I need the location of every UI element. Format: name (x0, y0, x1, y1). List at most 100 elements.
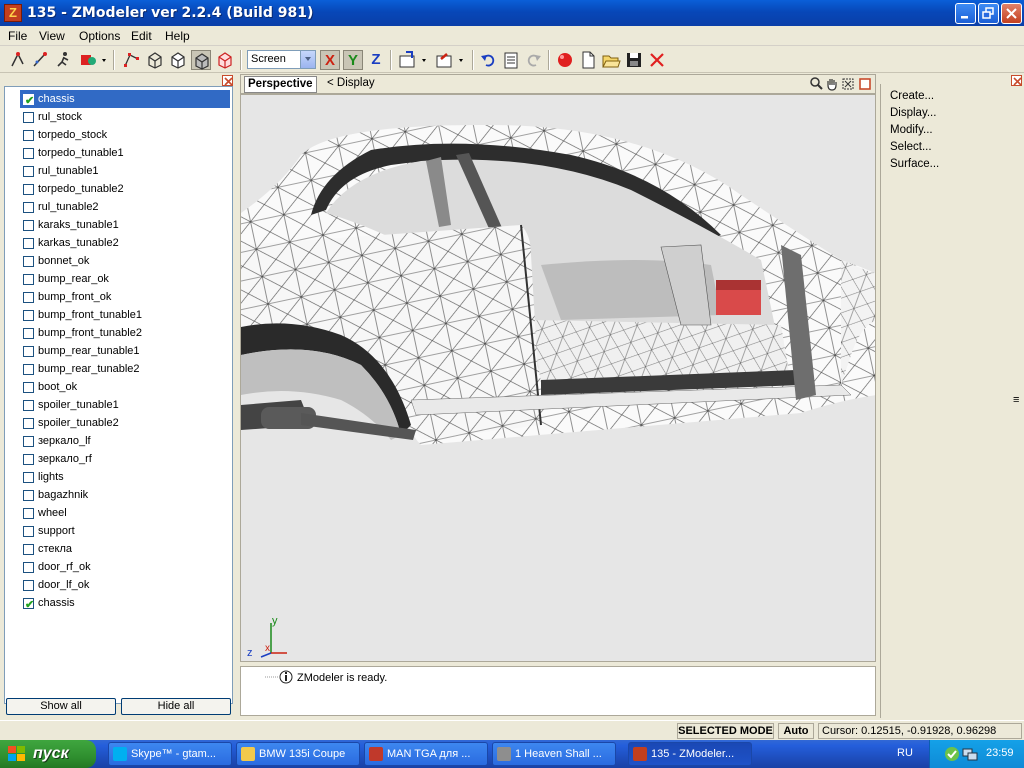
close-button[interactable] (1001, 3, 1022, 24)
undo-list-button[interactable] (501, 50, 521, 70)
left-panel-close-button[interactable] (222, 75, 233, 86)
visibility-checkbox[interactable] (23, 112, 34, 123)
zoom-button[interactable] (809, 76, 823, 92)
visibility-checkbox[interactable] (23, 436, 34, 447)
pan-button[interactable] (825, 76, 839, 92)
axis-x-toggle[interactable]: X (320, 50, 340, 70)
object-list-item[interactable]: зеркало_lf (20, 432, 230, 450)
surface-command[interactable]: Surface... (890, 158, 939, 170)
object-list-item[interactable]: torpedo_stock (20, 126, 230, 144)
network-tray-icon[interactable] (962, 746, 978, 762)
right-panel-close-button[interactable] (1011, 75, 1022, 86)
run-tool-button[interactable] (54, 50, 74, 70)
object-list-item[interactable]: door_lf_ok (20, 576, 230, 594)
3d-viewport[interactable]: y z x (240, 94, 876, 662)
language-indicator[interactable]: RU (897, 747, 913, 759)
visibility-checkbox[interactable]: ✔ (23, 94, 34, 107)
object-list-item[interactable]: bump_front_tunable2 (20, 324, 230, 342)
modify-command[interactable]: Modify... (890, 124, 933, 136)
menu-edit[interactable]: Edit (131, 29, 152, 43)
visibility-checkbox[interactable] (23, 274, 34, 285)
face-mode-button[interactable] (145, 50, 165, 70)
object-list-item[interactable]: wheel (20, 504, 230, 522)
side-splitter-handle[interactable]: ≡ (1013, 394, 1019, 406)
menu-help[interactable]: Help (165, 29, 190, 43)
visibility-checkbox[interactable] (23, 310, 34, 321)
object-list-item[interactable]: rul_tunable2 (20, 198, 230, 216)
visibility-checkbox[interactable] (23, 130, 34, 141)
visibility-checkbox[interactable] (23, 400, 34, 411)
render-button[interactable] (555, 50, 575, 70)
fit-view-button[interactable] (841, 76, 855, 92)
vertex-mode-button[interactable] (122, 50, 142, 70)
restore-button[interactable] (978, 3, 999, 24)
menu-view[interactable]: View (39, 29, 65, 43)
visibility-checkbox[interactable] (23, 202, 34, 213)
visibility-checkbox[interactable] (23, 580, 34, 591)
visibility-checkbox[interactable]: ✔ (23, 598, 34, 611)
object-list-item[interactable]: door_rf_ok (20, 558, 230, 576)
display-command[interactable]: Display... (890, 107, 936, 119)
import-dropdown[interactable] (398, 50, 432, 70)
show-all-button[interactable]: Show all (6, 698, 116, 715)
solid-mode-button[interactable] (215, 50, 235, 70)
object-list-item[interactable]: bump_rear_tunable2 (20, 360, 230, 378)
start-button[interactable]: пуск (0, 740, 96, 768)
select-vertex-tool-button[interactable] (8, 50, 28, 70)
visibility-checkbox[interactable] (23, 238, 34, 249)
taskbar-button[interactable]: 1 Heaven Shall ... (492, 742, 616, 766)
export-dropdown[interactable] (435, 50, 469, 70)
clock[interactable]: 23:59 (986, 747, 1014, 759)
open-file-button[interactable] (601, 50, 621, 70)
axis-y-toggle[interactable]: Y (343, 50, 363, 70)
undo-button[interactable] (478, 50, 498, 70)
menu-file[interactable]: File (8, 29, 27, 43)
visibility-checkbox[interactable] (23, 184, 34, 195)
auto-indicator[interactable]: Auto (778, 723, 814, 739)
visibility-checkbox[interactable] (23, 454, 34, 465)
object-list-item[interactable]: support (20, 522, 230, 540)
visibility-checkbox[interactable] (23, 418, 34, 429)
new-file-button[interactable] (578, 50, 598, 70)
viewport-display-menu[interactable]: < Display (327, 77, 375, 89)
object-list-item[interactable]: rul_tunable1 (20, 162, 230, 180)
minimize-button[interactable] (955, 3, 976, 24)
object-list-item[interactable]: spoiler_tunable2 (20, 414, 230, 432)
coordinate-space-select[interactable]: Screen (247, 50, 316, 69)
select-edge-tool-button[interactable] (31, 50, 51, 70)
visibility-checkbox[interactable] (23, 292, 34, 303)
visibility-checkbox[interactable] (23, 382, 34, 393)
object-list-item[interactable]: boot_ok (20, 378, 230, 396)
object-list-item[interactable]: bagazhnik (20, 486, 230, 504)
visibility-checkbox[interactable] (23, 346, 34, 357)
object-list-item[interactable]: karaks_tunable1 (20, 216, 230, 234)
visibility-checkbox[interactable] (23, 544, 34, 555)
object-list-item[interactable]: spoiler_tunable1 (20, 396, 230, 414)
visibility-checkbox[interactable] (23, 526, 34, 537)
close-file-button[interactable] (647, 50, 667, 70)
object-list-item[interactable]: lights (20, 468, 230, 486)
save-file-button[interactable] (624, 50, 644, 70)
taskbar-button[interactable]: BMW 135i Coupe (236, 742, 360, 766)
object-mode-button[interactable] (168, 50, 188, 70)
visibility-checkbox[interactable] (23, 220, 34, 231)
visibility-checkbox[interactable] (23, 328, 34, 339)
visibility-checkbox[interactable] (23, 364, 34, 375)
taskbar-button[interactable]: 135 - ZModeler... (628, 742, 752, 766)
viewport-perspective-tab[interactable]: Perspective (244, 76, 317, 93)
object-list-item[interactable]: bump_front_ok (20, 288, 230, 306)
object-list-item[interactable]: ✔ chassis (20, 594, 230, 612)
object-list-item[interactable]: стекла (20, 540, 230, 558)
visibility-checkbox[interactable] (23, 562, 34, 573)
zmodeler-app-icon[interactable]: Z (4, 4, 22, 22)
object-list-item[interactable]: зеркало_rf (20, 450, 230, 468)
object-list-item[interactable]: rul_stock (20, 108, 230, 126)
select-mode-dropdown[interactable] (78, 50, 106, 70)
selection-mode-indicator[interactable]: SELECTED MODE (677, 723, 774, 739)
select-command[interactable]: Select... (890, 141, 932, 153)
visibility-checkbox[interactable] (23, 166, 34, 177)
visibility-checkbox[interactable] (23, 508, 34, 519)
visibility-checkbox[interactable] (23, 490, 34, 501)
object-list-item[interactable]: torpedo_tunable2 (20, 180, 230, 198)
object-list-item[interactable]: torpedo_tunable1 (20, 144, 230, 162)
